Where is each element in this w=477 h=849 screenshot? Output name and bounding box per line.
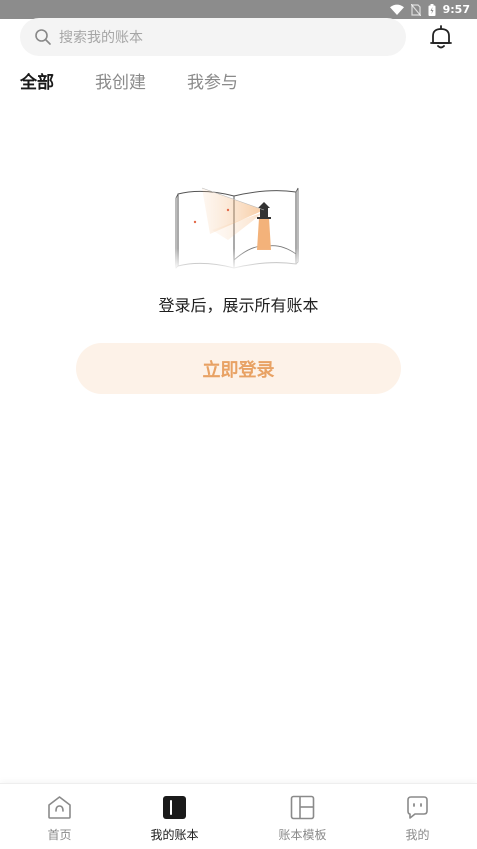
tab-participating[interactable]: 我参与: [187, 68, 238, 93]
template-icon: [290, 795, 315, 820]
tab-all[interactable]: 全部: [20, 68, 56, 93]
nav-my-ledgers[interactable]: 我的账本: [115, 784, 234, 849]
wifi-icon: [389, 4, 404, 15]
nav-ledger-templates[interactable]: 账本模板: [243, 784, 362, 849]
nav-profile-label: 我的: [405, 828, 430, 842]
nav-home[interactable]: 首页: [0, 784, 119, 849]
login-button[interactable]: 立即登录: [76, 343, 401, 394]
bottom-navigation: 首页 我的账本 账本模板 我的: [0, 783, 477, 849]
nav-profile[interactable]: 我的: [358, 784, 477, 849]
battery-icon: [428, 3, 436, 16]
tab-created-by-me[interactable]: 我创建: [95, 68, 146, 93]
empty-book-lighthouse-illustration: [172, 184, 304, 270]
tab-created-label: 我创建: [95, 73, 146, 93]
nav-home-label: 首页: [47, 828, 72, 842]
bell-icon[interactable]: [428, 24, 454, 50]
top-bar: 搜索我的账本: [0, 18, 477, 58]
ledger-icon: [163, 796, 186, 819]
status-bar: 9:57: [0, 0, 477, 19]
tab-participating-label: 我参与: [187, 73, 238, 93]
status-time: 9:57: [442, 3, 470, 16]
nav-my-ledgers-label: 我的账本: [150, 828, 199, 842]
nav-ledger-templates-label: 账本模板: [278, 828, 327, 842]
search-placeholder: 搜索我的账本: [59, 30, 143, 46]
profile-icon: [407, 796, 428, 819]
empty-state-message: 登录后，展示所有账本: [158, 296, 319, 315]
search-icon: [35, 29, 51, 45]
tab-all-label: 全部: [20, 73, 54, 93]
search-input[interactable]: 搜索我的账本: [20, 18, 406, 56]
home-icon: [48, 796, 71, 819]
no-sim-icon: [410, 3, 421, 16]
